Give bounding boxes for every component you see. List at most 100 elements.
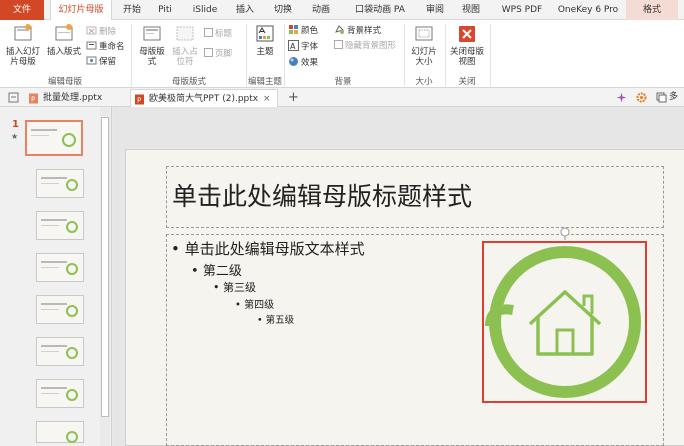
thumbnail-title-line [41,177,67,179]
svg-text:A: A [290,42,296,51]
footer-checkbox[interactable]: 页脚 [204,48,232,61]
group-separator [131,24,132,86]
group-label-master-layout: 母版版式 [171,77,206,87]
theme-icon [256,25,274,42]
title-placeholder[interactable]: 单击此处编辑母版标题样式 [166,166,664,228]
master-slide-thumbnail[interactable] [25,120,83,156]
thumbnail-circle [62,133,76,147]
rename-icon [86,41,97,50]
text-level-5[interactable]: • 第五级 [257,312,294,326]
group-separator [490,24,491,86]
checkbox-icon [334,40,343,49]
tab-home[interactable]: 开始 [116,0,148,20]
powerpoint-window: 文件 幻灯片母版 开始 Piti iSlide 插入 切换 动画 口袋动画 PA… [0,0,684,446]
close-master-view-button[interactable]: 关闭母版视图 [448,23,486,67]
background-styles-dropdown[interactable]: 背景样式 [334,24,381,37]
tab-onekey[interactable]: OneKey 6 Pro [556,0,620,20]
layout-thumbnail[interactable] [36,295,84,324]
master-slide-canvas[interactable]: 单击此处编辑母版标题样式 • 单击此处编辑母版文本样式 • 第二级 • 第三级 … [125,149,684,446]
slide-editing-area: 单击此处编辑母版标题样式 • 单击此处编辑母版文本样式 • 第二级 • 第三级 … [113,107,684,446]
home-door [555,328,575,356]
sparkle-icon[interactable] [616,92,627,103]
tab-islide[interactable]: iSlide [190,0,220,20]
insert-layout-button[interactable]: 插入版式 [45,23,83,57]
layout-thumbnail[interactable] [36,337,84,366]
slide-size-button[interactable]: 幻灯片大小 [408,23,440,67]
thumbnail-circle [66,221,78,233]
insert-slide-master-button[interactable]: 插入幻灯片母版 [4,23,42,67]
thumbnail-title-line [41,303,67,305]
colors-dropdown[interactable]: 颜色 [288,24,318,37]
thumbnail-text-line [41,393,59,394]
ribbon-tab-bar: 文件 幻灯片母版 开始 Piti iSlide 插入 切换 动画 口袋动画 PA… [0,0,684,21]
thumbnail-text-line [31,135,49,136]
layout-thumbnail[interactable] [36,379,84,408]
close-icon [459,26,475,42]
rename-button[interactable]: 重命名 [86,40,125,53]
tab-piti[interactable]: Piti [150,0,180,20]
rotate-handle[interactable] [560,227,570,237]
effects-dropdown[interactable]: 效果 [288,56,318,69]
selected-home-graphic[interactable] [478,226,650,408]
thumbnail-scrollbar-thumb[interactable] [101,117,109,417]
layout-thumbnail[interactable] [36,421,84,443]
star-icon: ★ [11,132,19,141]
tab-insert[interactable]: 插入 [230,0,260,20]
preserve-button[interactable]: 保留 [86,55,116,68]
layout-thumbnail[interactable] [36,253,84,282]
thumbnail-text-line [41,225,59,226]
thumbnail-title-line [41,345,67,347]
document-tab[interactable]: P 批量处理.pptx [26,89,126,107]
pptx-file-icon: P [29,93,38,104]
text-level-3[interactable]: • 第三级 [213,279,256,295]
checkbox-icon [204,28,213,37]
thumbnail-title-line [41,387,67,389]
fonts-dropdown[interactable]: A 字体 [288,40,318,53]
group-label-close: 关闭 [458,77,476,87]
text-level-1[interactable]: • 单击此处编辑母版文本样式 [171,238,365,259]
title-text[interactable]: 单击此处编辑母版标题样式 [172,177,472,213]
thumbnail-circle [66,179,78,191]
tab-wps-pdf[interactable]: WPS PDF [494,0,550,20]
tab-review[interactable]: 审阅 [420,0,450,20]
title-checkbox[interactable]: 标题 [204,28,232,41]
layout-thumbnail[interactable] [36,169,84,198]
document-tab-active[interactable]: P 欧美极简大气PPT (2).pptx × [130,89,278,107]
selection-border[interactable] [482,241,647,403]
thumbnail-text-line [41,351,59,352]
tab-view[interactable]: 视图 [456,0,486,20]
home-walls [536,318,594,356]
theme-button[interactable]: 主题 [250,23,280,57]
tab-slide-master[interactable]: 幻灯片母版 [50,0,112,21]
effects-icon [289,57,298,66]
delete-button[interactable]: 删除 [86,25,116,38]
close-tab-icon[interactable]: × [263,90,271,108]
master-layout-button[interactable]: 母版版式 [137,23,167,67]
ring-swoosh [485,304,514,327]
pushpin-icon [86,56,97,65]
checkbox-icon [204,48,213,57]
insert-placeholder-button[interactable]: 插入占位符 [170,23,200,67]
thumbnail-circle [66,389,78,401]
thumbnail-title-line [41,219,67,221]
new-tab-icon[interactable]: + [288,88,299,107]
slide-number: 1 [12,119,19,130]
gear-icon[interactable] [636,92,647,103]
tab-format[interactable]: 格式 [626,0,678,20]
layout-thumbnail[interactable] [36,211,84,240]
insert-layout-icon [55,24,73,41]
thumbnail-circle [66,263,78,275]
hide-background-graphics-checkbox[interactable]: 隐藏背景图形 [334,40,396,53]
pin-icon[interactable] [8,92,19,103]
windows-icon[interactable] [656,92,667,103]
tab-transitions[interactable]: 切换 [268,0,298,20]
tab-animations[interactable]: 动画 [305,0,337,20]
text-level-2[interactable]: • 第二级 [191,260,242,279]
fonts-icon: A [288,40,299,51]
tab-file[interactable]: 文件 [0,0,44,20]
group-label-background: 背景 [334,77,352,87]
tab-pocket-animation[interactable]: 口袋动画 PA [344,0,416,20]
text-level-4[interactable]: • 第四级 [235,296,274,311]
thumbnail-text-line [41,183,59,184]
thumbnail-circle [66,431,78,443]
